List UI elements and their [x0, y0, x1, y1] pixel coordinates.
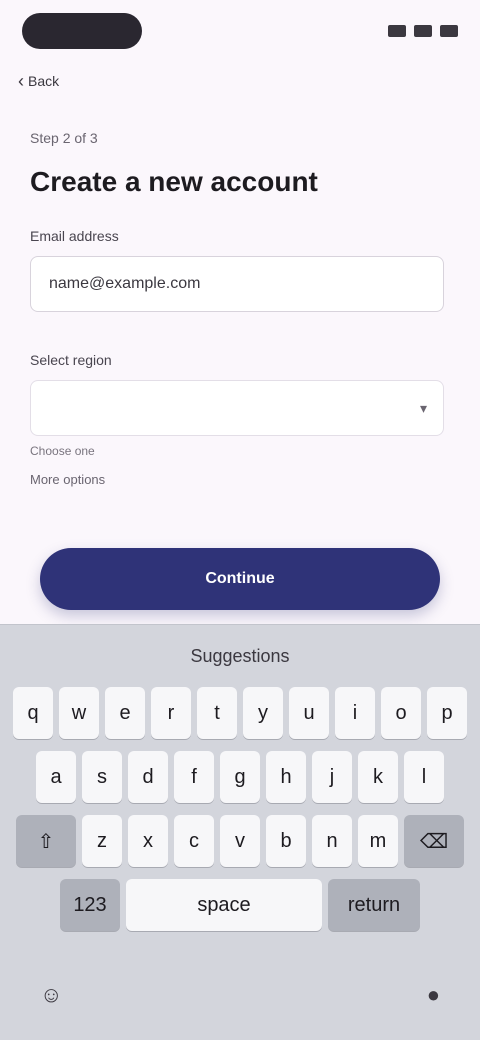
dynamic-island [22, 13, 142, 49]
numbers-key[interactable]: 123 [60, 879, 120, 931]
key-row-3: ⇧ z x c v b n m ⌫ [0, 815, 480, 867]
key[interactable]: g [220, 751, 260, 803]
region-select[interactable]: ▾ [30, 380, 444, 436]
region-label: Select region [30, 352, 112, 368]
back-label: Back [28, 73, 60, 89]
wifi-icon [414, 25, 432, 37]
key[interactable]: f [174, 751, 214, 803]
suggestion-bar[interactable]: Suggestions [0, 625, 480, 687]
return-key[interactable]: return [328, 879, 420, 931]
key[interactable]: l [404, 751, 444, 803]
key[interactable]: y [243, 687, 283, 739]
key-row-1: q w e r t y u i o p [0, 687, 480, 739]
key[interactable]: c [174, 815, 214, 867]
key[interactable]: e [105, 687, 145, 739]
key[interactable]: i [335, 687, 375, 739]
key[interactable]: j [312, 751, 352, 803]
key[interactable]: q [13, 687, 53, 739]
key[interactable]: p [427, 687, 467, 739]
key[interactable]: d [128, 751, 168, 803]
signal-icon [388, 25, 406, 37]
key[interactable]: w [59, 687, 99, 739]
key[interactable]: x [128, 815, 168, 867]
back-button[interactable]: ‹ Back [18, 70, 82, 92]
key-row-2: a s d f g h j k l [0, 751, 480, 803]
backspace-key[interactable]: ⌫ [404, 815, 464, 867]
keyboard-bottom-bar: ☺ ● [0, 950, 480, 1040]
emoji-icon[interactable]: ☺ [40, 982, 62, 1008]
chevron-down-icon: ▾ [419, 399, 427, 416]
email-value: name@example.com [49, 275, 201, 292]
key[interactable]: n [312, 815, 352, 867]
more-options-link[interactable]: More options [30, 472, 450, 490]
email-label: Email address [30, 228, 119, 244]
keyboard: Suggestions q w e r t y u i o p a s d f … [0, 624, 480, 1040]
key[interactable]: h [266, 751, 306, 803]
key[interactable]: m [358, 815, 398, 867]
key[interactable]: v [220, 815, 260, 867]
key[interactable]: z [82, 815, 122, 867]
key[interactable]: r [151, 687, 191, 739]
key[interactable]: t [197, 687, 237, 739]
battery-icon [440, 25, 458, 37]
page-title: Create a new account [30, 166, 318, 197]
continue-button[interactable]: Continue [40, 548, 440, 610]
key[interactable]: b [266, 815, 306, 867]
status-bar [0, 0, 480, 62]
key[interactable]: k [358, 751, 398, 803]
form-container: Step 2 of 3 Create a new account Email a… [0, 130, 480, 490]
shift-key[interactable]: ⇧ [16, 815, 76, 867]
mic-icon[interactable]: ● [427, 982, 440, 1008]
space-key[interactable]: space [126, 879, 322, 931]
status-icons [388, 25, 458, 37]
key-row-4: 123 space return [0, 879, 480, 931]
key[interactable]: s [82, 751, 122, 803]
key[interactable]: o [381, 687, 421, 739]
step-label: Step 2 of 3 [30, 130, 98, 146]
chevron-left-icon: ‹ [18, 70, 24, 91]
key[interactable]: u [289, 687, 329, 739]
email-field[interactable]: name@example.com [30, 256, 444, 312]
key[interactable]: a [36, 751, 76, 803]
helper-text: Choose one [30, 444, 95, 458]
